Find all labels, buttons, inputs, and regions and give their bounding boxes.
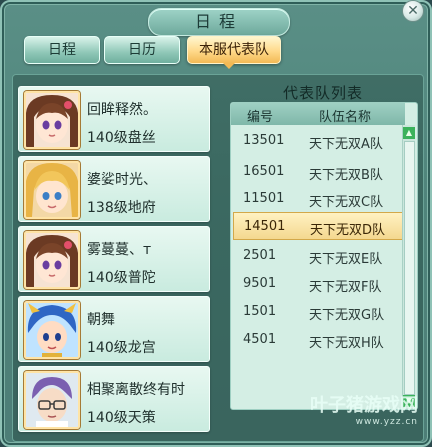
team-id: 16501 (243, 164, 285, 179)
player-level: 140级天策 (87, 410, 156, 426)
team-table-header: 编号 队伍名称 (231, 103, 405, 125)
team-table: 编号 队伍名称 13501 天下无双A队 16501 天下无双B队 11501 … (230, 102, 418, 410)
team-list-scrollbar[interactable]: ▲ ▼ (402, 125, 415, 409)
close-button[interactable]: ✕ (402, 0, 424, 22)
scroll-up-icon[interactable]: ▲ (403, 127, 415, 139)
team-name: 天下无双C队 (309, 195, 384, 210)
team-name: 天下无双B队 (309, 168, 383, 183)
tab-server-team[interactable]: 本服代表队 (187, 36, 281, 64)
player-name: 回眸释然。 (87, 102, 157, 118)
close-icon: ✕ (407, 3, 419, 19)
player-card[interactable]: 雾蔓蔓、ᴛ 140级普陀 (18, 226, 210, 292)
player-level: 140级盘丝 (87, 130, 156, 146)
tab-schedule[interactable]: 日程 (24, 36, 100, 64)
team-id: 14501 (244, 219, 286, 234)
female-brown-hair-avatar-icon (24, 231, 80, 289)
team-list-title: 代表队列表 (282, 84, 363, 102)
team-row[interactable]: 13501 天下无双A队 (233, 127, 403, 155)
watermark-logo-text: 叶子猪游戏网 (310, 395, 418, 416)
team-id: 1501 (243, 304, 277, 319)
col-header-name: 队伍名称 (319, 110, 372, 125)
player-name: 雾蔓蔓、ᴛ (87, 242, 152, 258)
female-brown-hair-avatar-icon (24, 91, 80, 149)
player-card[interactable]: 回眸释然。 140级盘丝 (18, 86, 210, 152)
blue-dragon-boy-avatar-icon (24, 301, 80, 359)
team-name: 天下无双D队 (310, 223, 386, 238)
player-card[interactable]: 朝舞 140级龙宫 (18, 296, 210, 362)
tab-pointer-icon (223, 63, 235, 69)
player-name: 相聚离散终有时 (87, 382, 185, 398)
team-row[interactable]: 2501 天下无双E队 (233, 242, 403, 270)
player-level: 138级地府 (87, 200, 156, 216)
team-row[interactable]: 4501 天下无双H队 (233, 326, 403, 354)
scroll-thumb[interactable] (404, 141, 415, 395)
team-row[interactable]: 11501 天下无双C队 (233, 185, 403, 213)
team-name: 天下无双A队 (309, 137, 383, 152)
team-id: 11501 (243, 191, 285, 206)
team-id: 4501 (243, 332, 277, 347)
blonde-character-avatar-icon (24, 161, 80, 219)
team-row[interactable]: 9501 天下无双F队 (233, 270, 403, 298)
player-card[interactable]: 相聚离散终有时 140级天策 (18, 366, 210, 432)
col-header-id: 编号 (247, 110, 274, 125)
player-card[interactable]: 婆娑时光、 138级地府 (18, 156, 210, 222)
team-row[interactable]: 16501 天下无双B队 (233, 158, 403, 186)
team-id: 13501 (243, 133, 285, 148)
tab-calendar[interactable]: 日历 (104, 36, 180, 64)
team-name: 天下无双F队 (309, 280, 382, 295)
team-name: 天下无双E队 (309, 252, 383, 267)
team-name: 天下无双H队 (309, 336, 384, 351)
player-level: 140级普陀 (87, 270, 156, 286)
team-name: 天下无双G队 (309, 308, 385, 323)
window-title: 日程 (148, 8, 290, 36)
glasses-man-avatar-icon (24, 371, 80, 429)
team-id: 9501 (243, 276, 277, 291)
watermark: 叶子猪游戏网 www.yzz.cn (310, 391, 418, 427)
team-row-selected[interactable]: 14501 天下无双D队 (233, 212, 403, 240)
schedule-window: 日程 ✕ 日程 日历 本服代表队 回眸释然。 140级盘丝 婆娑时光、 138级… (0, 0, 432, 447)
player-level: 140级龙宫 (87, 340, 156, 356)
player-name: 婆娑时光、 (87, 172, 157, 188)
watermark-url: www.yzz.cn (355, 417, 418, 427)
player-name: 朝舞 (87, 312, 115, 328)
team-row[interactable]: 1501 天下无双G队 (233, 298, 403, 326)
team-id: 2501 (243, 248, 277, 263)
